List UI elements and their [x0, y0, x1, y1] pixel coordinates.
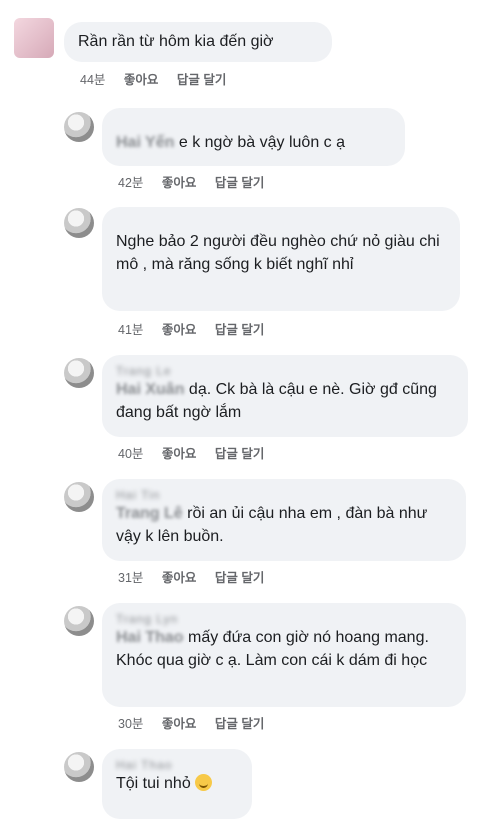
comment-time[interactable]: 30분 [118, 717, 143, 731]
commenter-name[interactable]: Trang Lyn [116, 612, 452, 626]
like-button[interactable]: 좋아요 [162, 717, 197, 731]
like-button[interactable]: 좋아요 [162, 571, 197, 585]
reply-button[interactable]: 답글 달기 [215, 176, 264, 190]
comment-actions: 42분 좋아요 답글 달기 [118, 172, 279, 191]
comment-time[interactable]: 40분 [118, 447, 143, 461]
comment-bubble: Trang Lyn Hai Thao mấy đứa con giờ nó ho… [102, 603, 466, 707]
avatar[interactable] [64, 208, 94, 238]
comment-bubble: Hai Thao Tội tui nhỏ [102, 749, 252, 819]
tagged-user[interactable]: Hai Yến [116, 134, 174, 151]
comment-actions: 31분 좋아요 답글 달기 [118, 567, 279, 586]
comment-bubble: Rần rần từ hôm kia đến giờ [64, 22, 332, 62]
like-button[interactable]: 좋아요 [162, 176, 197, 190]
top-edge [0, 0, 491, 8]
comment-actions: 30분 좋아요 답글 달기 [118, 713, 279, 732]
reply-button[interactable]: 답글 달기 [215, 717, 264, 731]
commenter-name[interactable]: Hai Thao [116, 758, 238, 772]
commenter-name[interactable] [116, 216, 446, 230]
grinning-sweat-emoji-icon [195, 774, 213, 791]
like-button[interactable]: 좋아요 [124, 73, 159, 87]
commenter-name[interactable] [116, 117, 391, 131]
reply-button[interactable]: 답글 달기 [177, 73, 226, 87]
comment-bubble: Nghe bảo 2 người đều nghèo chứ nỏ giàu c… [102, 207, 460, 311]
comment-actions: 44분 좋아요 답글 달기 [80, 69, 241, 88]
comment-actions: 41분 좋아요 답글 달기 [118, 319, 279, 338]
comment-bubble: Trang Le Hai Xuân dạ. Ck bà là cậu e nè.… [102, 355, 468, 437]
tagged-user[interactable]: Hai Xuân [116, 381, 184, 398]
comment-time[interactable]: 42분 [118, 176, 143, 190]
comment-text: e k ngờ bà vậy luôn c ạ [174, 134, 345, 151]
reply-button[interactable]: 답글 달기 [215, 323, 264, 337]
avatar[interactable] [64, 752, 94, 782]
avatar[interactable] [64, 112, 94, 142]
comment-time[interactable]: 41분 [118, 323, 143, 337]
tagged-user[interactable]: Hai Thao [116, 629, 184, 646]
comment-actions: 40분 좋아요 답글 달기 [118, 443, 279, 462]
like-button[interactable]: 좋아요 [162, 447, 197, 461]
comment-time[interactable]: 44분 [80, 73, 105, 87]
commenter-name[interactable]: Trang Le [116, 364, 454, 378]
comment-bubble: Hai Tin Trang Lê rồi an ủi cậu nha em , … [102, 479, 466, 561]
comment-bubble: Hai Yến e k ngờ bà vậy luôn c ạ [102, 108, 405, 166]
commenter-name[interactable]: Hai Tin [116, 488, 452, 502]
avatar[interactable] [64, 358, 94, 388]
avatar[interactable] [14, 18, 54, 58]
tagged-user[interactable]: Trang Lê [116, 505, 183, 522]
reply-button[interactable]: 답글 달기 [215, 571, 264, 585]
comment-text: Rần rần từ hôm kia đến giờ [78, 33, 274, 50]
reply-button[interactable]: 답글 달기 [215, 447, 264, 461]
comment-text: Tội tui nhỏ [116, 775, 196, 792]
avatar[interactable] [64, 606, 94, 636]
like-button[interactable]: 좋아요 [162, 323, 197, 337]
avatar[interactable] [64, 482, 94, 512]
comment-time[interactable]: 31분 [118, 571, 143, 585]
comment-text: Nghe bảo 2 người đều nghèo chứ nỏ giàu c… [116, 233, 440, 273]
